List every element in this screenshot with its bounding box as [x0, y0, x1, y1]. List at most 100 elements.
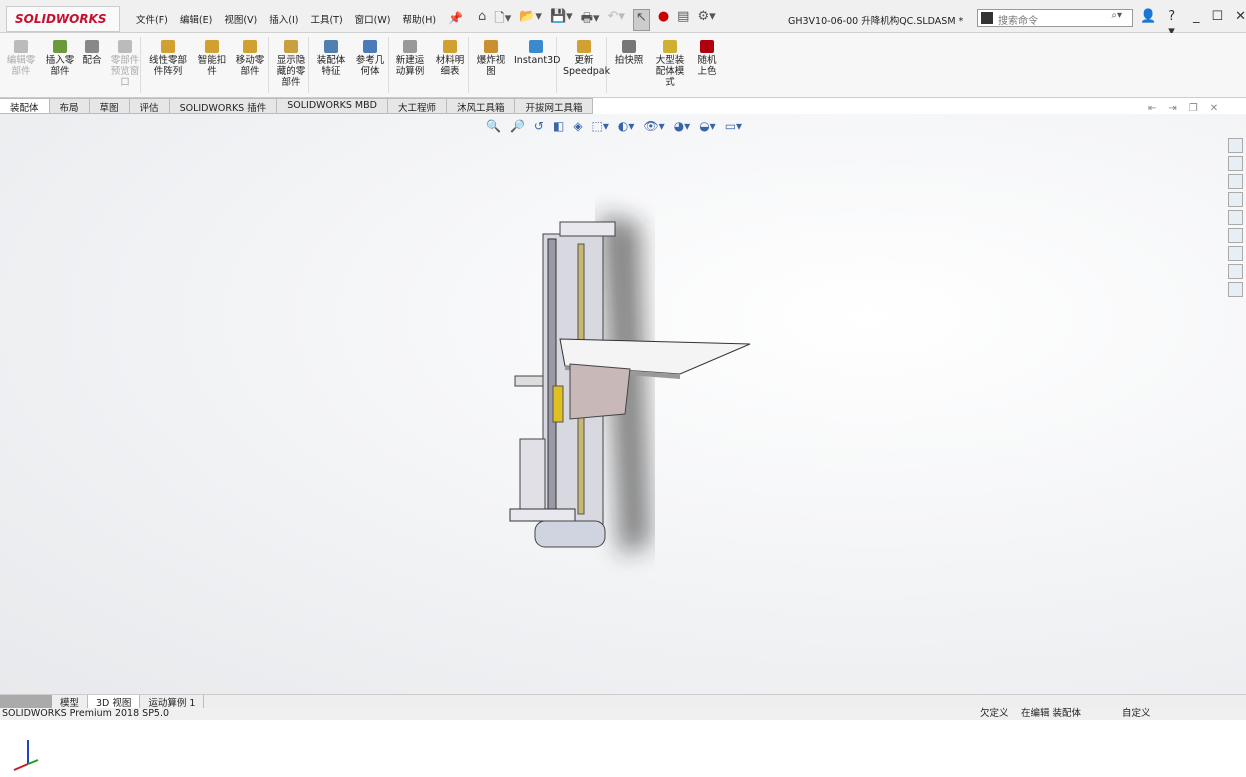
ribbon-button-label: 装配体特征 — [316, 55, 346, 77]
new-document-icon[interactable]: 🗋▾ — [494, 9, 511, 31]
tab-7[interactable]: 沐风工具箱 — [446, 98, 516, 114]
select-icon[interactable]: ↖ — [632, 9, 650, 31]
ribbon-button[interactable]: 显示隐藏的零部件 — [274, 40, 308, 88]
tab-5[interactable]: SOLIDWORKS MBD — [277, 98, 388, 114]
ribbon-button-label: 新建运动算例 — [395, 55, 425, 77]
ribbon-button-label: 插入零部件 — [45, 55, 75, 77]
zoom-area-icon[interactable]: 🔎 — [510, 119, 525, 133]
ribbon-tool-icon — [363, 40, 377, 53]
dynamic-annotation-icon[interactable]: ◈ — [573, 119, 582, 133]
view-settings-icon[interactable]: ▭▾ — [725, 119, 742, 133]
ribbon-button[interactable]: 材料明细表 — [433, 40, 467, 77]
tab-scroll-handle[interactable] — [0, 695, 52, 708]
ribbon-button[interactable]: 移动零部件 — [233, 40, 267, 77]
previous-view-icon[interactable]: ↺ — [534, 119, 544, 133]
menu-file[interactable]: 文件(F) — [136, 12, 168, 26]
file-properties-icon[interactable]: ▤ — [677, 9, 689, 31]
toolbox-icon[interactable] — [1228, 246, 1243, 261]
scene-icon[interactable]: ◒▾ — [699, 119, 716, 133]
command-manager-ribbon: 编辑零部件 插入零部件 配合 零部件预览窗口 线性零部件阵列 智能扣件 移动零部件 显示隐藏的… — [0, 33, 1246, 98]
collapse-icon[interactable]: ⇥ — [1168, 103, 1176, 114]
section-view-icon[interactable]: ◧ — [553, 119, 564, 133]
ribbon-button[interactable]: 爆炸视图 — [474, 40, 508, 77]
ribbon-button[interactable]: 智能扣件 — [196, 40, 228, 77]
open-icon[interactable]: 📂▾ — [519, 9, 542, 31]
tab-motion-study[interactable]: 运动算例 1 — [140, 695, 205, 709]
tab-8[interactable]: 开拔网工具箱 — [515, 98, 594, 114]
menu-window[interactable]: 窗口(W) — [355, 12, 391, 26]
solidworks-resources-icon[interactable] — [1228, 138, 1243, 153]
ribbon-button-label: 随机上色 — [697, 55, 717, 77]
custom-properties-icon[interactable] — [1228, 228, 1243, 243]
design-library-icon[interactable] — [1228, 156, 1243, 171]
search-placeholder: 搜索命令 — [998, 16, 1038, 27]
expand-icon[interactable]: ⇤ — [1148, 103, 1156, 114]
appearances-icon[interactable] — [1228, 210, 1243, 225]
ribbon-button-label: 线性零部件阵列 — [148, 55, 187, 77]
ribbon-tool-icon — [403, 40, 417, 53]
plugin-icon[interactable] — [1228, 282, 1243, 297]
menu-tools[interactable]: 工具(T) — [310, 12, 342, 26]
home-icon[interactable]: ⌂ — [478, 9, 486, 31]
ribbon-button[interactable]: 随机上色 — [694, 40, 720, 77]
print-icon[interactable]: 🖶▾ — [581, 9, 600, 31]
graphics-area[interactable] — [0, 114, 1246, 771]
ribbon-button[interactable]: 大型装配体模式 — [652, 40, 688, 88]
ribbon-button[interactable]: 更新Speedpak — [563, 40, 610, 77]
heads-up-view-toolbar: 🔍 🔎 ↺ ◧ ◈ ⬚▾ ◐▾ 👁▾ ◕▾ ◒▾ ▭▾ — [486, 119, 742, 133]
display-style-icon[interactable]: ◐▾ — [618, 119, 635, 133]
ribbon-button[interactable]: 线性零部件阵列 — [148, 40, 188, 77]
tab-0[interactable]: 装配体 — [0, 98, 50, 114]
ribbon-button[interactable]: 编辑零部件 — [4, 40, 38, 77]
ribbon-button-label: 更新Speedpak — [563, 55, 611, 77]
menu-view[interactable]: 视图(V) — [224, 12, 257, 26]
ribbon-button[interactable]: 拍快照 — [613, 40, 645, 66]
ribbon-button[interactable]: 装配体特征 — [315, 40, 347, 77]
file-explorer-icon[interactable] — [1228, 174, 1243, 189]
options-gear-icon[interactable]: ⚙▾ — [697, 9, 715, 31]
tab-4[interactable]: SOLIDWORKS 插件 — [169, 98, 278, 114]
ribbon-button[interactable]: 零部件预览窗口 — [108, 40, 142, 88]
close-viewport-icon[interactable]: ✕ — [1210, 103, 1218, 114]
rebuild-icon[interactable]: ● — [658, 9, 669, 31]
view-palette-icon[interactable] — [1228, 192, 1243, 207]
forum-icon[interactable] — [1228, 264, 1243, 279]
ribbon-button[interactable]: 配合 — [80, 40, 104, 66]
tab-1[interactable]: 布局 — [49, 98, 90, 114]
search-input[interactable]: 搜索命令 ⌕▾ — [977, 9, 1133, 27]
assembly-model[interactable] — [0, 114, 1246, 694]
ribbon-tool-icon — [700, 40, 714, 53]
units-custom[interactable]: 自定义 — [1122, 708, 1151, 720]
menu-insert[interactable]: 插入(I) — [269, 12, 298, 26]
solidworks-logo[interactable]: SOLIDWORKS — [6, 6, 120, 32]
edit-appearance-icon[interactable]: ◕▾ — [674, 119, 691, 133]
restore-icon[interactable]: ❐ — [1189, 103, 1198, 114]
ribbon-button-label: 显示隐藏的零部件 — [276, 55, 306, 88]
search-icon[interactable]: ⌕▾ — [1111, 10, 1122, 21]
editing-status: 在编辑 装配体 — [1021, 708, 1082, 719]
save-icon[interactable]: 💾▾ — [550, 9, 573, 31]
zoom-to-fit-icon[interactable]: 🔍 — [486, 119, 501, 133]
tab-6[interactable]: 大工程师 — [387, 98, 447, 114]
menu-edit[interactable]: 编辑(E) — [180, 12, 212, 26]
ribbon-button[interactable]: 新建运动算例 — [393, 40, 427, 77]
ribbon-tool-icon — [53, 40, 67, 53]
tab-3d-views[interactable]: 3D 视图 — [88, 695, 141, 709]
ribbon-button[interactable]: 参考几何体 — [353, 40, 387, 77]
ribbon-button-label: Instant3D — [514, 55, 561, 66]
tab-2[interactable]: 草图 — [89, 98, 130, 114]
menu-help[interactable]: 帮助(H) — [402, 12, 436, 26]
hide-show-icon[interactable]: 👁▾ — [643, 119, 664, 133]
tab-model[interactable]: 模型 — [52, 695, 89, 709]
ribbon-button[interactable]: 插入零部件 — [44, 40, 76, 77]
undo-icon[interactable]: ↶▾ — [608, 9, 625, 31]
ribbon-button[interactable]: Instant3D — [514, 40, 561, 66]
view-orientation-icon[interactable]: ⬚▾ — [592, 119, 609, 133]
ribbon-tool-icon — [663, 40, 677, 53]
command-tabs: 装配体 布局 草图 评估 SOLIDWORKS 插件 SOLIDWORKS MBD 大工程师… — [0, 98, 594, 114]
bottom-tabs: 模型 3D 视图 运动算例 1 — [0, 694, 1246, 709]
quick-access-toolbar: ⌂ 🗋▾ 📂▾ 💾▾ 🖶▾ ↶▾ ↖ ● ▤ ⚙▾ — [478, 9, 716, 31]
tab-3[interactable]: 评估 — [129, 98, 170, 114]
ribbon-button-label: 材料明细表 — [435, 55, 465, 77]
pin-icon[interactable]: 📌 — [448, 11, 463, 25]
